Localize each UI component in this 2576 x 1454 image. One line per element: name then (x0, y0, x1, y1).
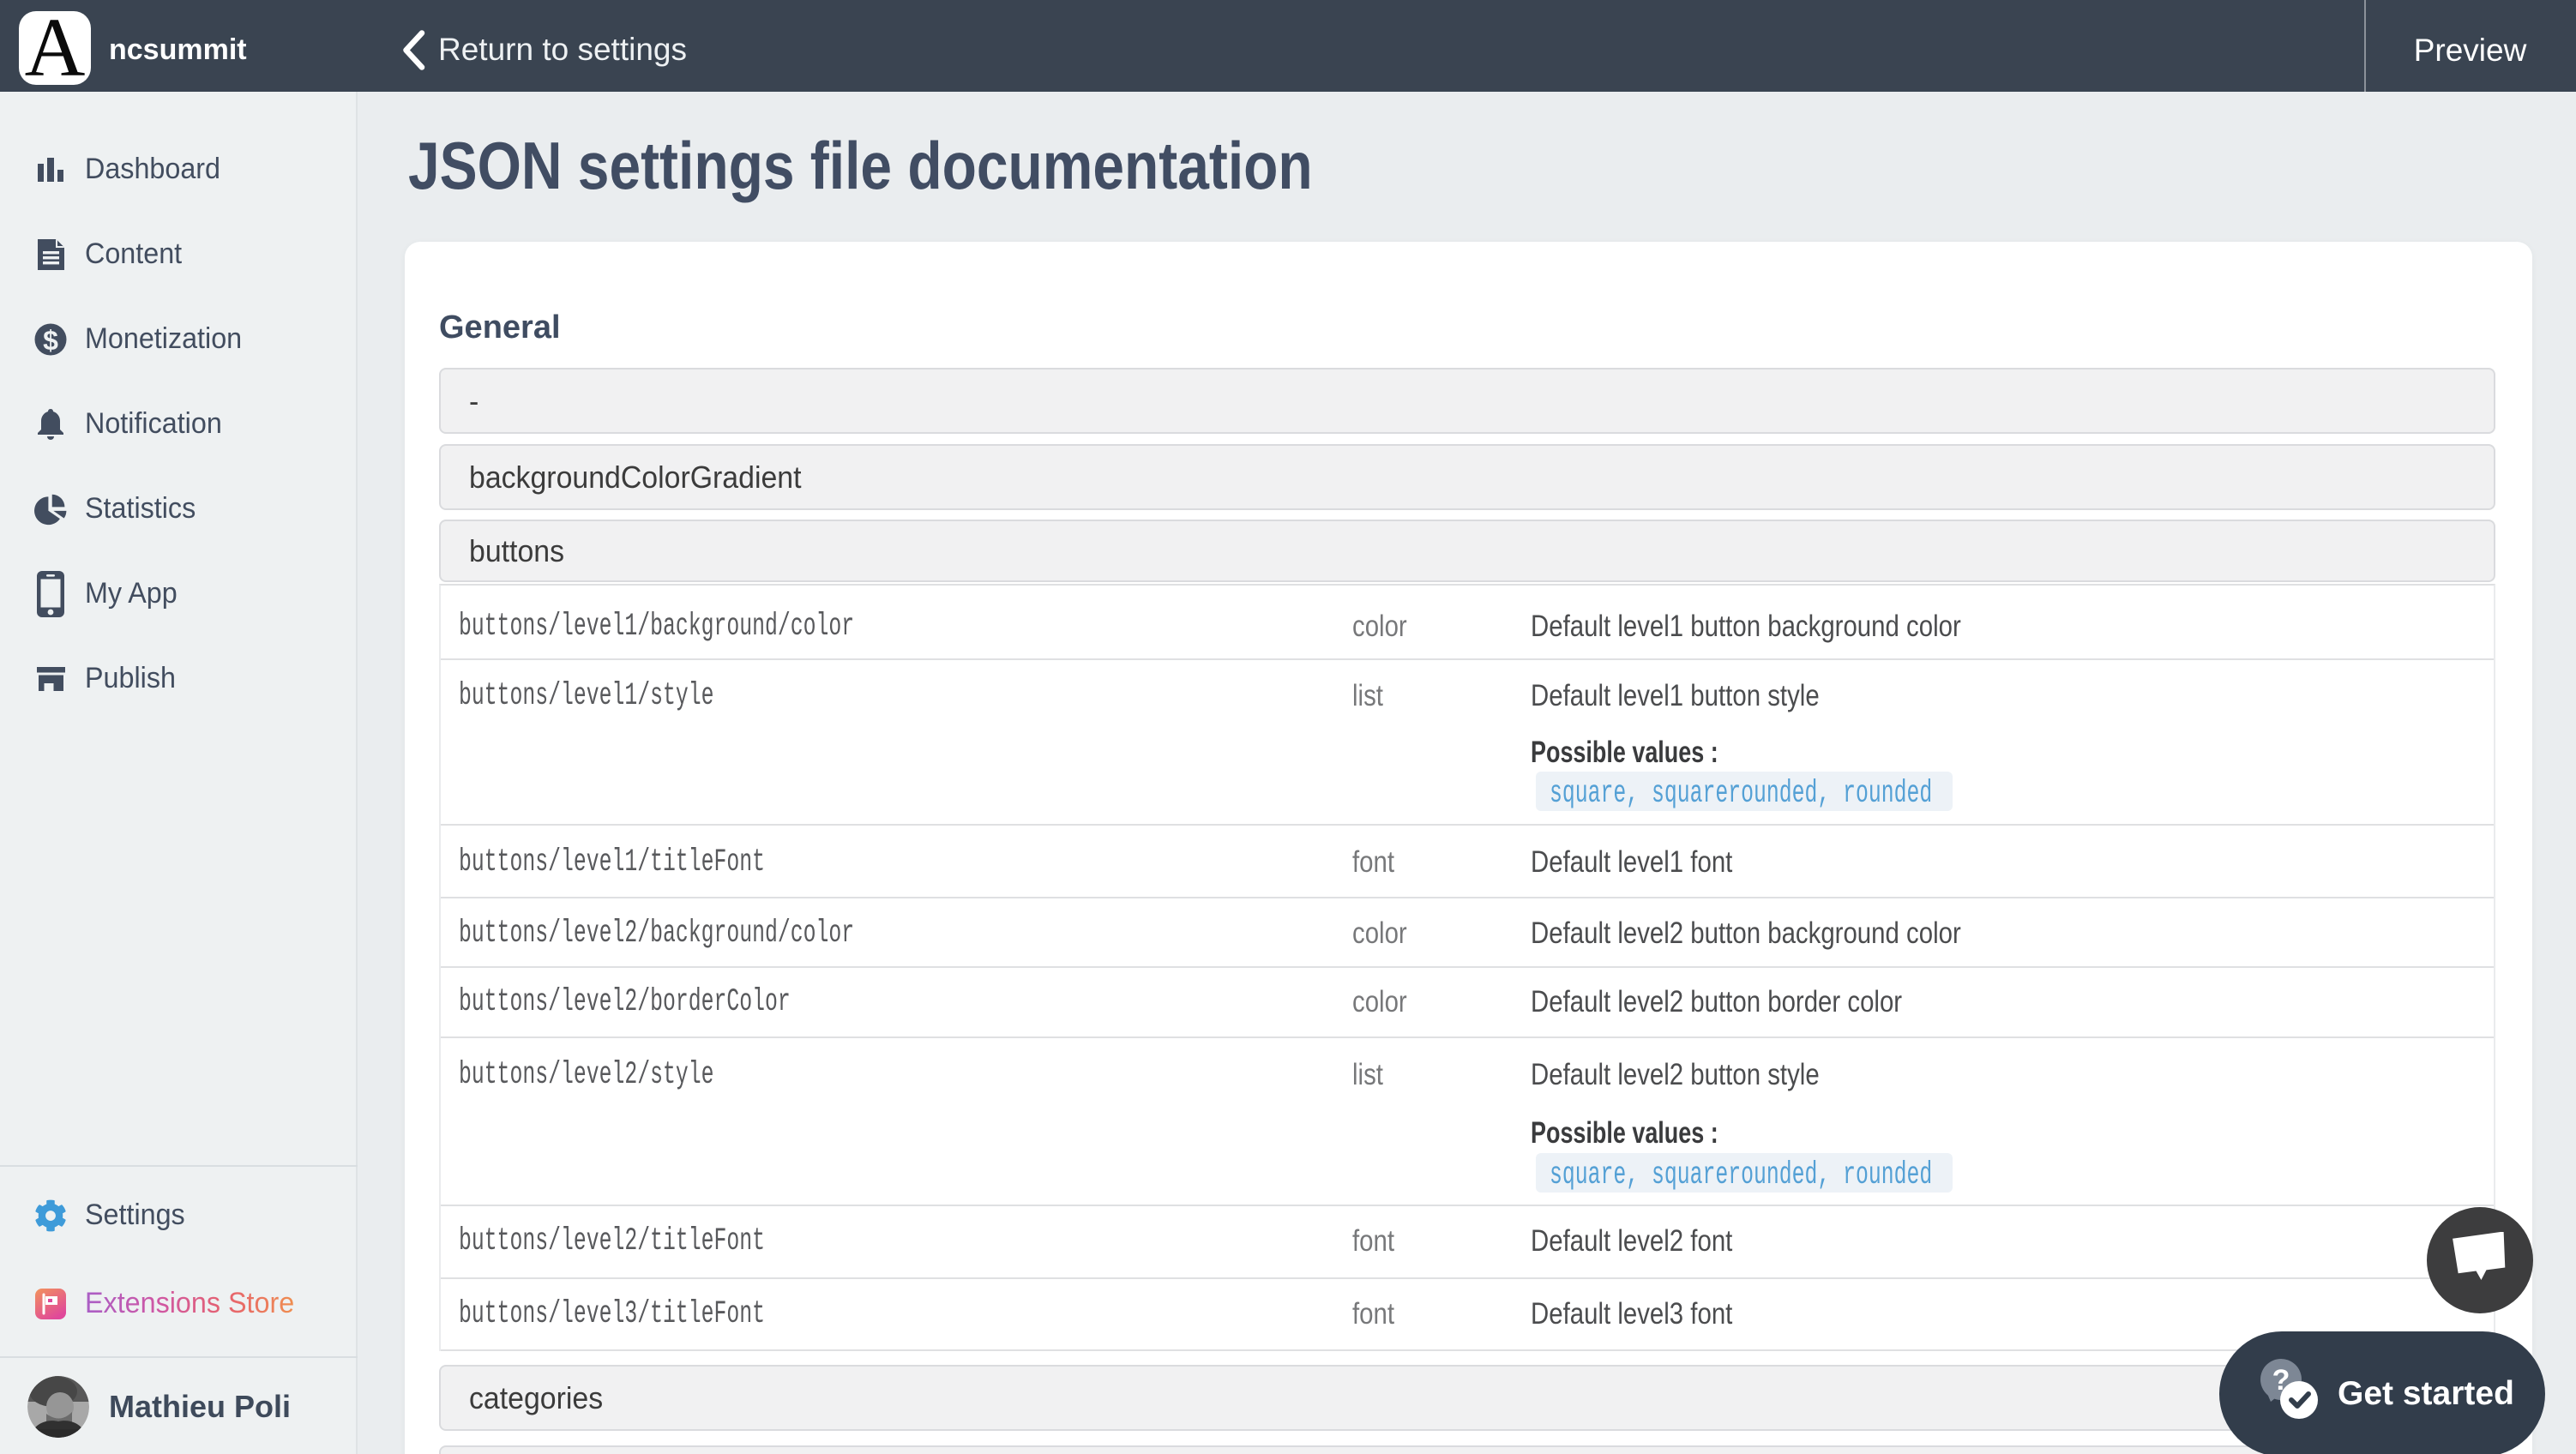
svg-text:$: $ (43, 325, 58, 356)
